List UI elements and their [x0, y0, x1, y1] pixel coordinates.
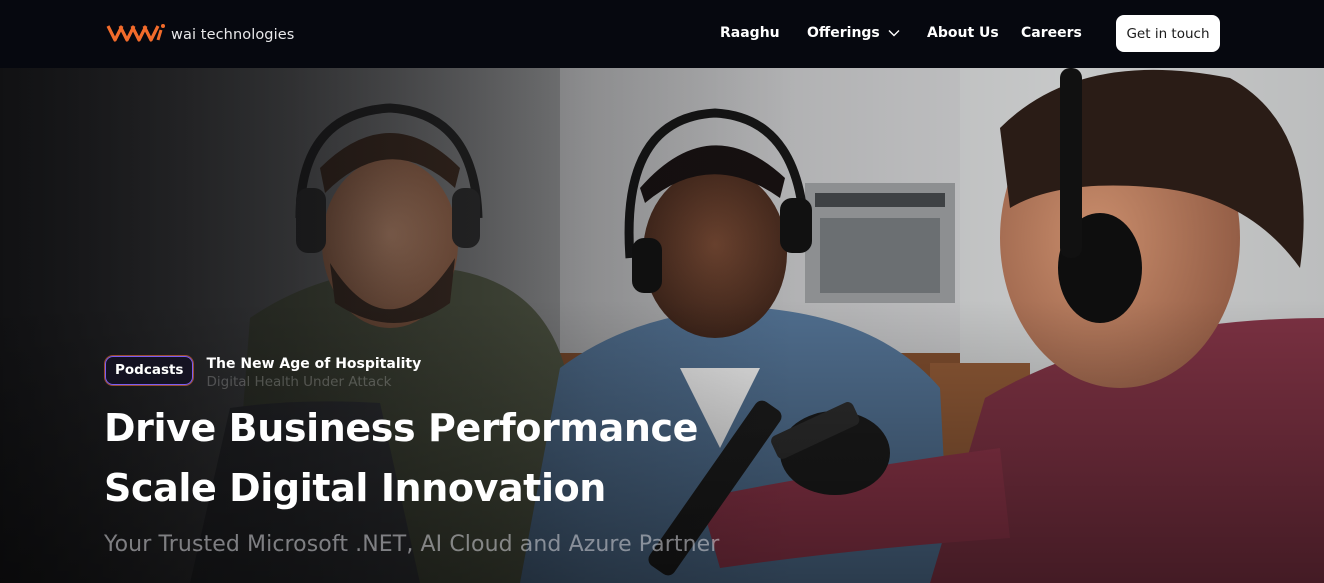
announcement-ticker[interactable]: The New Age of Hospitality Digital Healt…: [206, 350, 466, 390]
ticker-next-item: Digital Health Under Attack: [206, 374, 392, 390]
brand-logo[interactable]: wai technologies: [106, 21, 294, 45]
nav-raaghu[interactable]: Raaghu: [720, 25, 780, 41]
ticker-current-item: The New Age of Hospitality: [206, 356, 422, 372]
nav-about-us[interactable]: About Us: [927, 25, 999, 41]
logo-text: wai technologies: [171, 27, 295, 43]
nav-offerings[interactable]: Offerings: [807, 25, 900, 41]
nav-careers[interactable]: Careers: [1021, 25, 1082, 41]
wai-logo-mark-icon: [106, 24, 165, 42]
chevron-down-icon: [888, 30, 900, 37]
hero-headline-line1: Drive Business Performance: [104, 406, 698, 450]
hero-section: Podcasts The New Age of Hospitality Digi…: [0, 68, 1324, 583]
podcasts-badge[interactable]: Podcasts: [105, 355, 194, 385]
get-in-touch-button[interactable]: Get in touch: [1116, 15, 1220, 52]
top-navbar: wai technologies Raaghu Offerings About …: [0, 0, 1324, 68]
nav-offerings-label: Offerings: [807, 25, 880, 41]
hero-subheadline: Your Trusted Microsoft .NET, AI Cloud an…: [104, 532, 720, 557]
announcement-row: Podcasts The New Age of Hospitality Digi…: [105, 350, 466, 390]
hero-headline-line2: Scale Digital Innovation: [104, 466, 606, 510]
